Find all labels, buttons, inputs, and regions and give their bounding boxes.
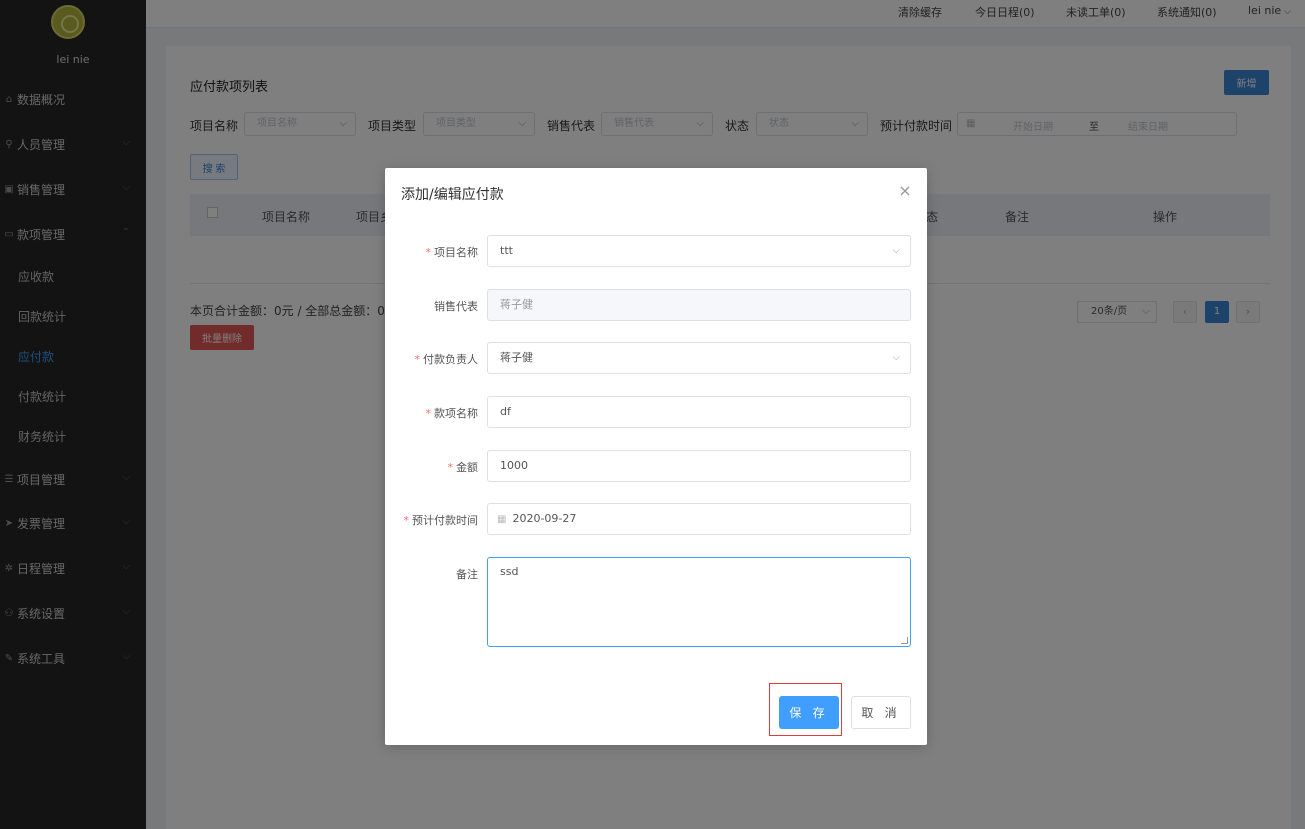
label-text: 付款负责人 bbox=[423, 353, 478, 366]
close-icon[interactable]: × bbox=[897, 183, 913, 199]
sales-rep-label: 销售代表 bbox=[434, 300, 478, 313]
remark-label: 备注 bbox=[456, 568, 478, 581]
item-name-input[interactable]: df bbox=[487, 396, 911, 428]
label-text: 金额 bbox=[456, 461, 478, 474]
project-name-value: ttt bbox=[500, 244, 513, 257]
dialog-title: 添加/编辑应付款 bbox=[401, 187, 504, 203]
chevron-down-icon: ⌵ bbox=[892, 245, 900, 256]
planned-date-picker[interactable]: ▦ 2020-09-27 bbox=[487, 503, 911, 535]
label-text: 预计付款时间 bbox=[412, 514, 478, 527]
chevron-down-icon: ⌵ bbox=[892, 352, 900, 363]
payer-select[interactable]: 蒋子健 ⌵ bbox=[487, 342, 911, 374]
project-name-label: * 项目名称 bbox=[425, 246, 479, 259]
payer-value: 蒋子健 bbox=[500, 351, 533, 364]
edit-payable-dialog: 添加/编辑应付款 × * 项目名称 ttt ⌵ 销售代表 蒋子健 * 付款负责人 蒋… bbox=[385, 168, 927, 745]
cancel-button[interactable]: 取 消 bbox=[851, 696, 911, 729]
amount-label: * 金额 bbox=[447, 461, 479, 474]
item-name-label: * 款项名称 bbox=[425, 407, 479, 420]
amount-input[interactable]: 1000 bbox=[487, 450, 911, 482]
remark-value: ssd bbox=[500, 565, 519, 578]
amount-value: 1000 bbox=[500, 459, 528, 472]
planned-date-value: 2020-09-27 bbox=[512, 512, 577, 525]
calendar-icon: ▦ bbox=[497, 514, 507, 525]
sales-rep-field: 蒋子健 bbox=[487, 289, 911, 321]
payer-label: * 付款负责人 bbox=[414, 353, 479, 366]
label-text: 项目名称 bbox=[434, 246, 478, 259]
save-button[interactable]: 保 存 bbox=[779, 696, 839, 729]
label-text: 款项名称 bbox=[434, 407, 478, 420]
resize-handle-icon[interactable] bbox=[901, 637, 908, 644]
item-name-value: df bbox=[500, 405, 511, 418]
sales-rep-value: 蒋子健 bbox=[500, 298, 533, 311]
remark-textarea[interactable]: ssd bbox=[487, 557, 911, 647]
planned-date-label: * 预计付款时间 bbox=[403, 514, 479, 527]
project-name-select[interactable]: ttt ⌵ bbox=[487, 235, 911, 267]
